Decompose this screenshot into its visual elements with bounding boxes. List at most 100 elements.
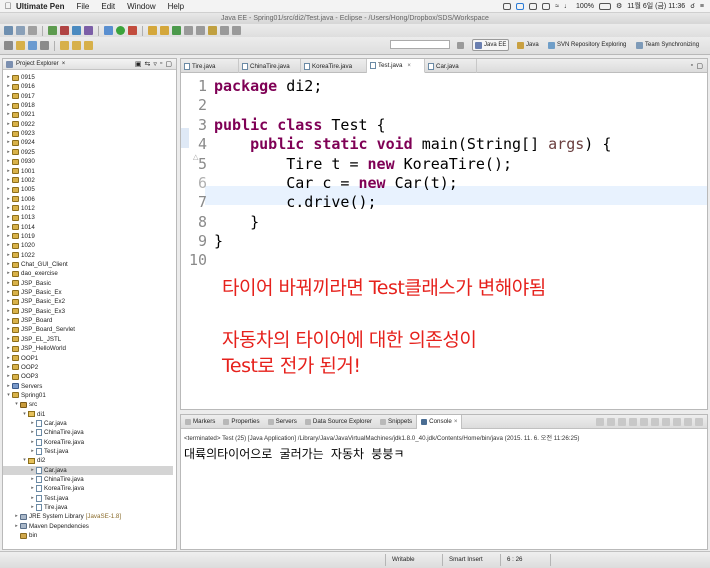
- close-tab-icon[interactable]: ×: [407, 63, 411, 69]
- tree-item[interactable]: ▸ 0918: [3, 101, 173, 110]
- last-edit-icon[interactable]: [60, 41, 69, 50]
- menu-help[interactable]: Help: [168, 2, 184, 11]
- minimize-editor-icon[interactable]: ▫: [691, 62, 693, 69]
- battery-percent[interactable]: 100%: [576, 3, 594, 10]
- collapsed-arrow-icon[interactable]: ▸: [29, 494, 36, 503]
- collapsed-arrow-icon[interactable]: ▸: [5, 354, 12, 363]
- tree-item[interactable]: ▸ 0924: [3, 138, 173, 147]
- tree-item[interactable]: ▸ 1020: [3, 241, 173, 250]
- collapsed-arrow-icon[interactable]: ▸: [5, 251, 12, 260]
- new-package-icon[interactable]: [160, 26, 169, 35]
- toggle-mark-icon[interactable]: [28, 41, 37, 50]
- tree-item[interactable]: ▸ Test.java: [3, 494, 173, 503]
- collapsed-arrow-icon[interactable]: ▸: [5, 269, 12, 278]
- collapsed-arrow-icon[interactable]: ▸: [29, 419, 36, 428]
- collapsed-arrow-icon[interactable]: ▸: [29, 466, 36, 475]
- tree-item[interactable]: ▸ 0921: [3, 110, 173, 119]
- menu-window[interactable]: Window: [127, 2, 155, 11]
- tree-item[interactable]: ▸ JRE System Library [JavaSE-1.8]: [3, 512, 173, 521]
- tree-item[interactable]: ▸ 1014: [3, 223, 173, 232]
- tree-item[interactable]: ▸ Chat_GUI_Client: [3, 260, 173, 269]
- expanded-arrow-icon[interactable]: ▾: [13, 400, 20, 409]
- app-menu[interactable]: Ultimate Pen: [16, 2, 64, 11]
- view-menu-icon[interactable]: ▿: [153, 60, 157, 68]
- collapsed-arrow-icon[interactable]: ▸: [5, 213, 12, 222]
- db-icon[interactable]: [72, 26, 81, 35]
- tree-item[interactable]: ▸ JSP_Basic_Ex3: [3, 307, 173, 316]
- collapsed-arrow-icon[interactable]: ▸: [5, 110, 12, 119]
- tree-item[interactable]: ▸ 0923: [3, 129, 173, 138]
- project-explorer-tab[interactable]: Project Explorer × ▣ ⇆ ▿ ▫ ▢: [3, 59, 176, 70]
- collapsed-arrow-icon[interactable]: ▸: [5, 232, 12, 241]
- collapsed-arrow-icon[interactable]: ▸: [29, 475, 36, 484]
- collapsed-arrow-icon[interactable]: ▸: [5, 120, 12, 129]
- collapsed-arrow-icon[interactable]: ▸: [5, 101, 12, 110]
- tree-item[interactable]: ▸ OOP1: [3, 354, 173, 363]
- tree-item[interactable]: ▸ 1019: [3, 232, 173, 241]
- quick-access-input[interactable]: [390, 40, 450, 49]
- spotlight-icon[interactable]: ☌: [690, 2, 695, 10]
- tree-item[interactable]: ▸ JSP_EL_JSTL: [3, 335, 173, 344]
- tree-item[interactable]: ▸ 1012: [3, 204, 173, 213]
- tab-properties[interactable]: Properties: [219, 415, 263, 429]
- new-icon[interactable]: [4, 26, 13, 35]
- clock[interactable]: 11월 6일 (금) 11:36: [627, 1, 685, 11]
- tree-item[interactable]: ▸ JSP_Basic_Ex: [3, 288, 173, 297]
- collapsed-arrow-icon[interactable]: ▸: [5, 382, 12, 391]
- tree-item[interactable]: ▸ 0916: [3, 82, 173, 91]
- tree-item[interactable]: ▸ ChinaTire.java: [3, 475, 173, 484]
- collapsed-arrow-icon[interactable]: ▸: [29, 438, 36, 447]
- tab-test-java[interactable]: Test.java ×: [367, 59, 425, 73]
- expanded-arrow-icon[interactable]: ▾: [5, 391, 12, 400]
- maximize-icon[interactable]: ▢: [165, 60, 172, 68]
- status-app-icon[interactable]: [503, 2, 512, 10]
- dropbox-icon[interactable]: [516, 2, 525, 10]
- collapsed-arrow-icon[interactable]: ▸: [5, 73, 12, 82]
- collapsed-arrow-icon[interactable]: ▸: [5, 335, 12, 344]
- back-icon[interactable]: [72, 41, 81, 50]
- collapsed-arrow-icon[interactable]: ▸: [5, 372, 12, 381]
- tab-data-source-explorer[interactable]: Data Source Explorer: [301, 415, 376, 429]
- forward-icon[interactable]: [84, 41, 93, 50]
- previous-annotation-icon[interactable]: [232, 26, 241, 35]
- perspective-team[interactable]: Team Synchronizing: [634, 39, 701, 51]
- perspective-java[interactable]: Java: [515, 39, 541, 51]
- perspective-svn[interactable]: SVN Repository Exploring: [546, 39, 628, 51]
- minimize-icon[interactable]: ▫: [160, 60, 162, 68]
- collapsed-arrow-icon[interactable]: ▸: [5, 223, 12, 232]
- open-type-icon[interactable]: [184, 26, 193, 35]
- collapsed-arrow-icon[interactable]: ▸: [5, 316, 12, 325]
- collapsed-arrow-icon[interactable]: ▸: [29, 503, 36, 512]
- collapsed-arrow-icon[interactable]: ▸: [5, 157, 12, 166]
- tab-car-java[interactable]: Car.java: [425, 59, 477, 73]
- collapsed-arrow-icon[interactable]: ▸: [5, 82, 12, 91]
- menu-file[interactable]: File: [76, 2, 89, 11]
- clear-console-icon[interactable]: [640, 418, 648, 426]
- open-task-icon[interactable]: [208, 26, 217, 35]
- tree-item[interactable]: ▾ src: [3, 400, 173, 409]
- tree-item[interactable]: ▸ 0922: [3, 120, 173, 129]
- collapsed-arrow-icon[interactable]: ▸: [5, 325, 12, 334]
- battery-icon[interactable]: [598, 2, 611, 10]
- close-tab-icon[interactable]: ×: [454, 418, 458, 425]
- remove-launch-icon[interactable]: [607, 418, 615, 426]
- tree-item[interactable]: ▸ KoreaTire.java: [3, 484, 173, 493]
- collapsed-arrow-icon[interactable]: ▸: [29, 484, 36, 493]
- run-icon[interactable]: [116, 26, 125, 35]
- tree-item[interactable]: ▸ 1002: [3, 176, 173, 185]
- collapsed-arrow-icon[interactable]: ▸: [5, 92, 12, 101]
- collapsed-arrow-icon[interactable]: ▸: [5, 167, 12, 176]
- console-output[interactable]: 대륙의타이어으로 굴러가는 자동차 붕붕ㅋ: [184, 445, 404, 462]
- tree-item[interactable]: ▸ ChinaTire.java: [3, 428, 173, 437]
- new-java-project-icon[interactable]: [148, 26, 157, 35]
- tree-item[interactable]: ▸ JSP_Basic_Ex2: [3, 297, 173, 306]
- tree-item[interactable]: ▸ Maven Dependencies: [3, 522, 173, 531]
- tab-servers[interactable]: Servers: [264, 415, 301, 429]
- show-whitespace-icon[interactable]: [40, 41, 49, 50]
- notification-center-icon[interactable]: ≡: [700, 3, 704, 10]
- maximize-editor-icon[interactable]: ▢: [696, 62, 703, 70]
- collapsed-arrow-icon[interactable]: ▸: [13, 512, 20, 521]
- status-app-icon-3[interactable]: [542, 2, 551, 10]
- tab-markers[interactable]: Markers: [181, 415, 219, 429]
- terminate-icon[interactable]: [596, 418, 604, 426]
